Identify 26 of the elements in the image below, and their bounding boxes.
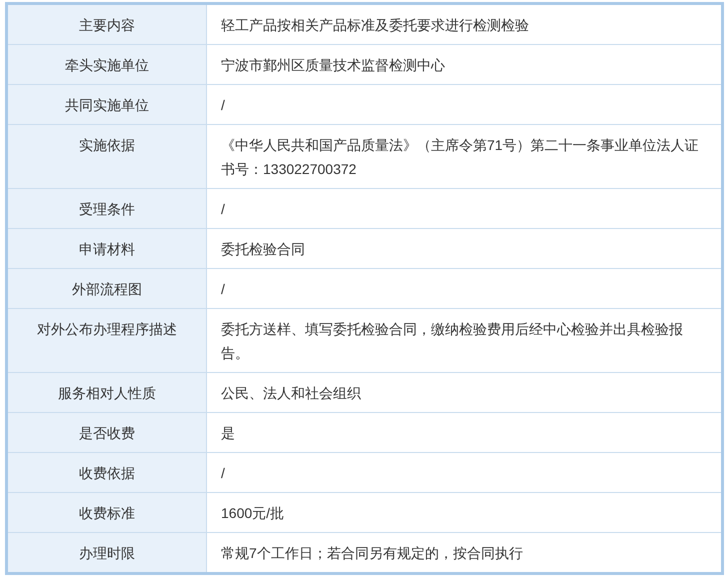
row-value: 委托检验合同 xyxy=(206,228,722,268)
row-value: / xyxy=(206,84,722,124)
row-label: 是否收费 xyxy=(6,412,206,452)
row-value: 公民、法人和社会组织 xyxy=(206,372,722,412)
row-value: 1600元/批 xyxy=(206,492,722,532)
row-label: 申请材料 xyxy=(6,228,206,268)
row-value: / xyxy=(206,268,722,308)
row-label: 收费标准 xyxy=(6,492,206,532)
row-value: 常规7个工作日；若合同另有规定的，按合同执行 xyxy=(206,532,722,574)
row-label: 办理时限 xyxy=(6,532,206,574)
row-label: 收费依据 xyxy=(6,452,206,492)
row-label: 对外公布办理程序描述 xyxy=(6,308,206,372)
row-label: 受理条件 xyxy=(6,188,206,228)
row-value: 委托方送样、填写委托检验合同，缴纳检验费用后经中心检验并出具检验报告。 xyxy=(206,308,722,372)
row-value: 宁波市鄞州区质量技术监督检测中心 xyxy=(206,44,722,84)
row-value: 《中华人民共和国产品质量法》（主席令第71号）第二十一条事业单位法人证书号：133022700372 xyxy=(206,124,722,188)
row-value: / xyxy=(206,188,722,228)
row-label: 共同实施单位 xyxy=(6,84,206,124)
row-value: / xyxy=(206,452,722,492)
row-value: 是 xyxy=(206,412,722,452)
row-label: 牵头实施单位 xyxy=(6,44,206,84)
row-label: 服务相对人性质 xyxy=(6,372,206,412)
row-value: 轻工产品按相关产品标准及委托要求进行检测检验 xyxy=(206,4,722,44)
row-label: 实施依据 xyxy=(6,124,206,188)
row-label: 主要内容 xyxy=(6,4,206,44)
row-label: 外部流程图 xyxy=(6,268,206,308)
